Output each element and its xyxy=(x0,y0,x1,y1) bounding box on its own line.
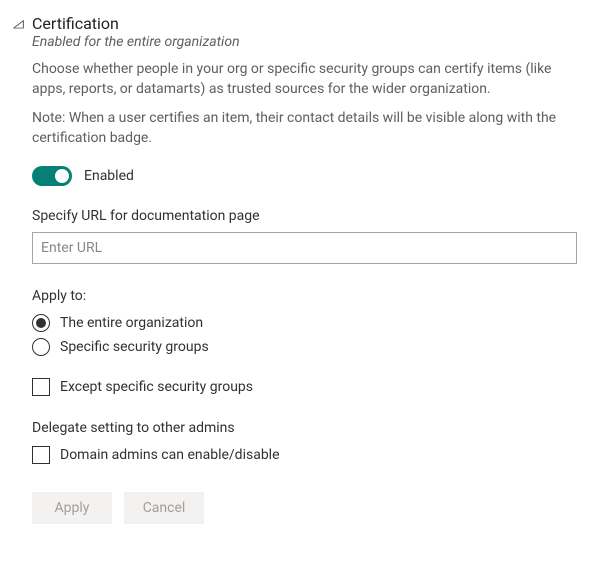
checkbox-except-specific-groups-label: Except specific security groups xyxy=(60,379,253,395)
checkbox-domain-admins[interactable] xyxy=(32,446,50,464)
section-title: Certification xyxy=(32,14,577,33)
url-field-label: Specify URL for documentation page xyxy=(32,208,577,224)
apply-to-heading: Apply to: xyxy=(32,288,577,304)
enabled-toggle[interactable] xyxy=(32,166,72,186)
section-description: Choose whether people in your org or spe… xyxy=(32,60,577,99)
radio-specific-security-groups-label: Specific security groups xyxy=(60,339,209,355)
checkbox-except-specific-groups[interactable] xyxy=(32,378,50,396)
section-note: Note: When a user certifies an item, the… xyxy=(32,109,577,148)
radio-specific-security-groups[interactable] xyxy=(32,338,50,356)
documentation-url-input[interactable] xyxy=(32,232,577,264)
delegate-heading: Delegate setting to other admins xyxy=(32,420,577,436)
enabled-toggle-label: Enabled xyxy=(84,168,134,184)
apply-button[interactable]: Apply xyxy=(32,492,112,524)
checkbox-domain-admins-label: Domain admins can enable/disable xyxy=(60,447,280,463)
certification-settings-panel: ◿ Certification Enabled for the entire o… xyxy=(0,0,601,548)
radio-entire-organization-label: The entire organization xyxy=(60,315,203,331)
collapse-icon[interactable]: ◿ xyxy=(13,17,24,30)
section-subtitle: Enabled for the entire organization xyxy=(32,34,577,50)
cancel-button[interactable]: Cancel xyxy=(124,492,204,524)
radio-entire-organization[interactable] xyxy=(32,314,50,332)
toggle-knob xyxy=(55,169,69,183)
section-header: ◿ Certification xyxy=(32,14,577,33)
